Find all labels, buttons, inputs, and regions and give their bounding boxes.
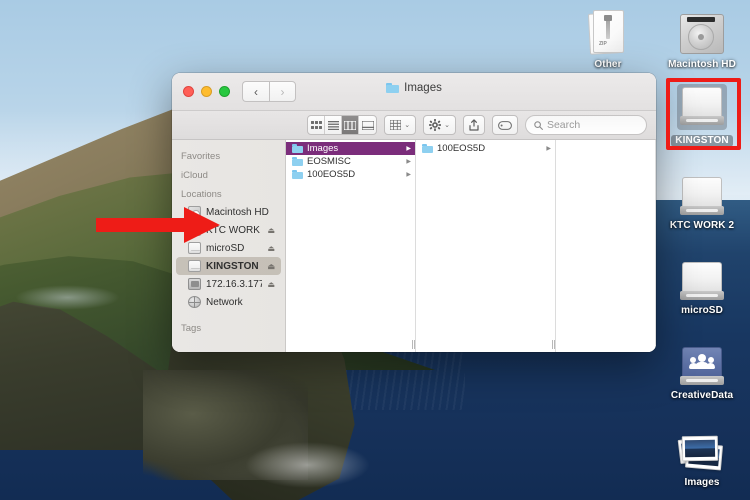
desktop-icon-ktc-work-2[interactable]: KTC WORK 2 [660,163,744,232]
shared-drive-icon [660,333,744,387]
desktop-icon-kingston[interactable]: KINGSTON [660,76,744,148]
folder-icon [292,170,303,179]
photo-stack-icon [660,420,744,474]
desktop-icon-macintosh-hd[interactable]: Macintosh HD [660,2,744,71]
back-button[interactable]: ‹ [242,81,269,102]
gallery-view-button[interactable] [359,116,376,134]
sidebar-item-label: KINGSTON [206,261,262,272]
zip-archive-icon: ZIP [566,2,650,56]
file-name: 100EOS5D [437,143,542,154]
finder-toolbar: ⌄ ⌄ Search [172,111,656,140]
desktop-icon-other[interactable]: ZIP Other [566,2,650,71]
server-icon [188,278,201,290]
column-browser: Images ▶ EOSMISC ▶ 100EOS5D ▶ [286,140,656,352]
sidebar-item-network[interactable]: Network [176,293,281,311]
file-row-100eos5d[interactable]: 100EOS5D ▶ [416,142,555,155]
file-name: EOSMISC [307,156,402,167]
desktop-icon-label: Other [566,59,650,71]
navigation-buttons: ‹ › [242,81,296,102]
column-3[interactable] [556,140,656,352]
group-by-button[interactable]: ⌄ [384,115,416,135]
window-titlebar[interactable]: ‹ › Images [172,73,656,111]
external-drive-icon [188,260,201,272]
close-button[interactable] [183,86,194,97]
external-drive-icon [188,224,201,236]
sidebar-item-172-16-3-177[interactable]: 172.16.3.177 ⏏ [176,275,281,293]
external-drive-icon [660,76,744,130]
sidebar-header-locations: Locations [172,184,285,203]
sidebar-item-microsd[interactable]: microSD ⏏ [176,239,281,257]
sidebar-header-tags: Tags [172,311,285,337]
desktop-icon-microsd[interactable]: microSD [660,248,744,317]
disclosure-arrow-icon: ▶ [406,158,411,165]
file-row-100eos5d[interactable]: 100EOS5D ▶ [286,168,415,181]
column-view-button[interactable] [342,116,359,134]
folder-icon [292,144,303,153]
desktop-icon-label: KTC WORK 2 [660,220,744,232]
eject-icon[interactable]: ⏏ [267,262,275,271]
folder-icon [386,83,399,93]
column-1[interactable]: Images ▶ EOSMISC ▶ 100EOS5D ▶ [286,140,416,352]
sidebar-item-kingston[interactable]: KINGSTON ⏏ [176,257,281,275]
external-drive-icon [660,163,744,217]
forward-button[interactable]: › [269,81,296,102]
disclosure-arrow-icon: ▶ [546,145,551,152]
sidebar-item-label: 172.16.3.177 [206,279,262,290]
desktop-icon-label: CreativeData [660,390,744,402]
sidebar-item-label: Macintosh HD [206,207,275,218]
search-icon [534,121,543,130]
eject-icon[interactable]: ⏏ [267,280,275,289]
search-field[interactable]: Search [525,115,647,135]
disclosure-arrow-icon: ▶ [406,145,411,152]
folder-icon [292,157,303,166]
sidebar-item-macintosh-hd[interactable]: Macintosh HD [176,203,281,221]
sidebar-header-icloud: iCloud [172,165,285,184]
file-row-eosmisc[interactable]: EOSMISC ▶ [286,155,415,168]
eject-icon[interactable]: ⏏ [267,226,275,235]
desktop-icon-label: Macintosh HD [660,59,744,71]
eject-icon[interactable]: ⏏ [267,244,275,253]
wallpaper-surf-secondary [15,285,120,310]
wallpaper-surf [240,440,375,490]
finder-window[interactable]: ‹ › Images ⌄ ⌄ [172,73,656,352]
sidebar-item-ktc-work-2[interactable]: KTC WORK 2 ⏏ [176,221,281,239]
file-name: 100EOS5D [307,169,402,180]
action-gear-button[interactable]: ⌄ [423,115,456,135]
list-view-button[interactable] [325,116,342,134]
minimize-button[interactable] [201,86,212,97]
desktop-icon-label: Images [660,477,744,489]
column-2[interactable]: 100EOS5D ▶ [416,140,556,352]
external-drive-icon [188,242,201,254]
zoom-button[interactable] [219,86,230,97]
sidebar-item-label: microSD [206,243,262,254]
folder-icon [422,144,433,153]
finder-sidebar: Favorites iCloud Locations Macintosh HD … [172,140,286,352]
external-drive-icon [660,248,744,302]
network-globe-icon [188,296,201,308]
desktop-icon-creativedata[interactable]: CreativeData [660,333,744,402]
finder-content: Favorites iCloud Locations Macintosh HD … [172,140,656,352]
internal-drive-icon [188,206,201,218]
internal-drive-icon [660,2,744,56]
chevron-down-icon: ⌄ [444,121,450,129]
window-title-text: Images [404,82,442,94]
desktop-icon-label: KINGSTON [671,135,732,147]
desktop-icon-label: microSD [660,305,744,317]
sidebar-header-favorites: Favorites [172,146,285,165]
chevron-down-icon: ⌄ [404,121,410,129]
desktop-icon-images[interactable]: Images [660,420,744,489]
search-placeholder: Search [547,119,580,131]
icon-view-button[interactable] [308,116,325,134]
sidebar-item-label: Network [206,297,275,308]
disclosure-arrow-icon: ▶ [406,171,411,178]
sidebar-item-label: KTC WORK 2 [206,225,262,236]
file-name: Images [307,143,402,154]
tag-button[interactable] [492,115,518,135]
traffic-lights [172,86,230,97]
file-row-images[interactable]: Images ▶ [286,142,415,155]
view-mode-segmented-control [307,115,377,135]
share-button[interactable] [463,115,485,135]
